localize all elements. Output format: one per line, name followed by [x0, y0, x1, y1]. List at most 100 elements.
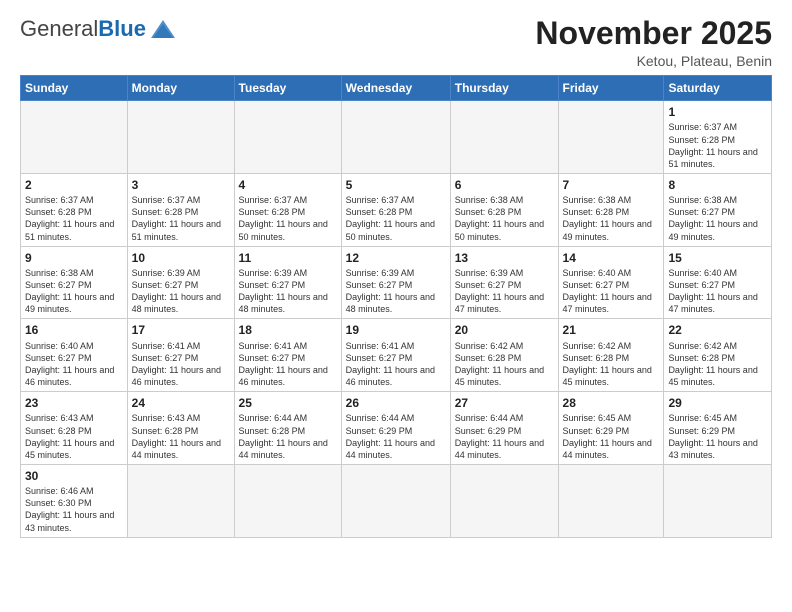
day-info: Sunrise: 6:39 AM Sunset: 6:27 PM Dayligh…	[239, 267, 337, 316]
day-info: Sunrise: 6:38 AM Sunset: 6:28 PM Dayligh…	[455, 194, 554, 243]
day-info: Sunrise: 6:37 AM Sunset: 6:28 PM Dayligh…	[668, 121, 767, 170]
table-row	[127, 464, 234, 537]
calendar-table: Sunday Monday Tuesday Wednesday Thursday…	[20, 75, 772, 538]
table-row: 24Sunrise: 6:43 AM Sunset: 6:28 PM Dayli…	[127, 392, 234, 465]
day-number: 8	[668, 177, 767, 193]
day-number: 15	[668, 250, 767, 266]
day-number: 6	[455, 177, 554, 193]
day-number: 11	[239, 250, 337, 266]
day-info: Sunrise: 6:41 AM Sunset: 6:27 PM Dayligh…	[132, 340, 230, 389]
day-info: Sunrise: 6:37 AM Sunset: 6:28 PM Dayligh…	[132, 194, 230, 243]
table-row: 16 Sunrise: 6:40 AM Sunset: 6:27 PM Dayli…	[21, 319, 128, 392]
day-number: 7	[563, 177, 660, 193]
day-info: Sunrise: 6:44 AM Sunset: 6:29 PM Dayligh…	[455, 412, 554, 461]
weekday-header-row: Sunday Monday Tuesday Wednesday Thursday…	[21, 76, 772, 101]
table-row: 14Sunrise: 6:40 AM Sunset: 6:27 PM Dayli…	[558, 246, 664, 319]
day-info: Sunrise: 6:37 AM Sunset: 6:28 PM Dayligh…	[239, 194, 337, 243]
day-info: Sunrise: 6:37 AM Sunset: 6:28 PM Dayligh…	[346, 194, 446, 243]
day-info: Sunrise: 6:40 AM Sunset: 6:27 PM Dayligh…	[25, 340, 123, 389]
table-row: 3Sunrise: 6:37 AM Sunset: 6:28 PM Daylig…	[127, 173, 234, 246]
day-info: Sunrise: 6:44 AM Sunset: 6:29 PM Dayligh…	[346, 412, 446, 461]
title-area: November 2025 Ketou, Plateau, Benin	[535, 16, 772, 69]
day-info: Sunrise: 6:40 AM Sunset: 6:27 PM Dayligh…	[563, 267, 660, 316]
day-number: 5	[346, 177, 446, 193]
day-number: 25	[239, 395, 337, 411]
table-row	[558, 101, 664, 174]
day-number: 14	[563, 250, 660, 266]
day-number: 19	[346, 322, 446, 338]
day-number: 23	[25, 395, 123, 411]
logo: General Blue	[20, 16, 177, 42]
day-info: Sunrise: 6:43 AM Sunset: 6:28 PM Dayligh…	[25, 412, 123, 461]
table-row: 11Sunrise: 6:39 AM Sunset: 6:27 PM Dayli…	[234, 246, 341, 319]
day-info: Sunrise: 6:42 AM Sunset: 6:28 PM Dayligh…	[668, 340, 767, 389]
day-number: 1	[668, 104, 767, 120]
header-saturday: Saturday	[664, 76, 772, 101]
day-number: 10	[132, 250, 230, 266]
day-number: 29	[668, 395, 767, 411]
table-row	[341, 464, 450, 537]
header-tuesday: Tuesday	[234, 76, 341, 101]
day-info: Sunrise: 6:38 AM Sunset: 6:27 PM Dayligh…	[25, 267, 123, 316]
day-info: Sunrise: 6:44 AM Sunset: 6:28 PM Dayligh…	[239, 412, 337, 461]
day-number: 22	[668, 322, 767, 338]
day-number: 20	[455, 322, 554, 338]
day-info: Sunrise: 6:38 AM Sunset: 6:28 PM Dayligh…	[563, 194, 660, 243]
day-number: 30	[25, 468, 123, 484]
table-row: 30Sunrise: 6:46 AM Sunset: 6:30 PM Dayli…	[21, 464, 128, 537]
logo-general-text: General	[20, 16, 98, 42]
day-number: 3	[132, 177, 230, 193]
table-row	[664, 464, 772, 537]
table-row	[21, 101, 128, 174]
table-row	[127, 101, 234, 174]
logo-icon	[149, 18, 177, 40]
table-row: 2Sunrise: 6:37 AM Sunset: 6:28 PM Daylig…	[21, 173, 128, 246]
day-info: Sunrise: 6:46 AM Sunset: 6:30 PM Dayligh…	[25, 485, 123, 534]
table-row: 27Sunrise: 6:44 AM Sunset: 6:29 PM Dayli…	[450, 392, 558, 465]
table-row	[558, 464, 664, 537]
day-number: 4	[239, 177, 337, 193]
day-info: Sunrise: 6:39 AM Sunset: 6:27 PM Dayligh…	[132, 267, 230, 316]
day-info: Sunrise: 6:42 AM Sunset: 6:28 PM Dayligh…	[455, 340, 554, 389]
table-row: 28Sunrise: 6:45 AM Sunset: 6:29 PM Dayli…	[558, 392, 664, 465]
table-row: 5Sunrise: 6:37 AM Sunset: 6:28 PM Daylig…	[341, 173, 450, 246]
day-number: 24	[132, 395, 230, 411]
day-info: Sunrise: 6:43 AM Sunset: 6:28 PM Dayligh…	[132, 412, 230, 461]
table-row	[234, 464, 341, 537]
day-info: Sunrise: 6:41 AM Sunset: 6:27 PM Dayligh…	[239, 340, 337, 389]
day-number: 21	[563, 322, 660, 338]
day-number: 18	[239, 322, 337, 338]
day-number: 9	[25, 250, 123, 266]
calendar-page: General Blue November 2025 Ketou, Platea…	[0, 0, 792, 612]
day-number: 13	[455, 250, 554, 266]
table-row: 20 Sunrise: 6:42 AM Sunset: 6:28 PM Dayli…	[450, 319, 558, 392]
logo-blue-text: Blue	[98, 16, 146, 42]
day-info: Sunrise: 6:42 AM Sunset: 6:28 PM Dayligh…	[563, 340, 660, 389]
table-row: 13Sunrise: 6:39 AM Sunset: 6:27 PM Dayli…	[450, 246, 558, 319]
day-number: 17	[132, 322, 230, 338]
day-number: 12	[346, 250, 446, 266]
header-thursday: Thursday	[450, 76, 558, 101]
table-row: 6Sunrise: 6:38 AM Sunset: 6:28 PM Daylig…	[450, 173, 558, 246]
table-row: 9Sunrise: 6:38 AM Sunset: 6:27 PM Daylig…	[21, 246, 128, 319]
header-monday: Monday	[127, 76, 234, 101]
table-row	[341, 101, 450, 174]
header-friday: Friday	[558, 76, 664, 101]
day-info: Sunrise: 6:39 AM Sunset: 6:27 PM Dayligh…	[455, 267, 554, 316]
header-wednesday: Wednesday	[341, 76, 450, 101]
table-row: 26Sunrise: 6:44 AM Sunset: 6:29 PM Dayli…	[341, 392, 450, 465]
location-subtitle: Ketou, Plateau, Benin	[535, 53, 772, 69]
day-number: 16	[25, 322, 123, 338]
day-number: 27	[455, 395, 554, 411]
month-title: November 2025	[535, 16, 772, 51]
day-info: Sunrise: 6:37 AM Sunset: 6:28 PM Dayligh…	[25, 194, 123, 243]
day-info: Sunrise: 6:38 AM Sunset: 6:27 PM Dayligh…	[668, 194, 767, 243]
table-row: 7Sunrise: 6:38 AM Sunset: 6:28 PM Daylig…	[558, 173, 664, 246]
table-row	[450, 464, 558, 537]
table-row: 4Sunrise: 6:37 AM Sunset: 6:28 PM Daylig…	[234, 173, 341, 246]
day-info: Sunrise: 6:45 AM Sunset: 6:29 PM Dayligh…	[563, 412, 660, 461]
day-number: 26	[346, 395, 446, 411]
header-sunday: Sunday	[21, 76, 128, 101]
table-row: 21 Sunrise: 6:42 AM Sunset: 6:28 PM Dayli…	[558, 319, 664, 392]
day-info: Sunrise: 6:41 AM Sunset: 6:27 PM Dayligh…	[346, 340, 446, 389]
